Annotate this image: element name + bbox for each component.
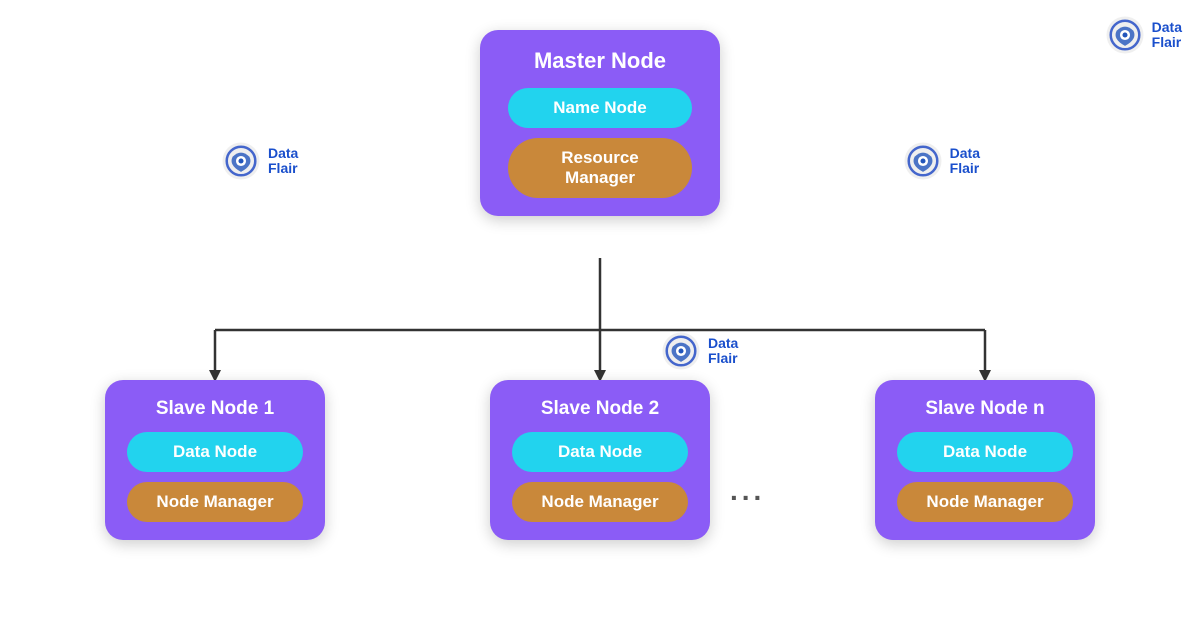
slave-node-n: Slave Node n Data Node Node Manager: [875, 380, 1095, 540]
dataflair-logo-top-right: Data Flair: [1104, 14, 1182, 56]
dataflair-text-top-right: Data Flair: [1152, 20, 1182, 51]
name-node-pill: Name Node: [508, 88, 692, 128]
dataflair-icon-top-right: [1104, 14, 1146, 56]
ellipsis: ...: [730, 475, 765, 507]
master-node-title: Master Node: [508, 48, 692, 74]
slaven-node-manager-pill: Node Manager: [897, 482, 1073, 522]
dataflair-text-left-mid: Data Flair: [268, 146, 298, 177]
dataflair-icon-right-mid: [902, 140, 944, 182]
slave-node-1: Slave Node 1 Data Node Node Manager: [105, 380, 325, 540]
slave2-node-manager-pill: Node Manager: [512, 482, 688, 522]
dataflair-data-label-top-right: Data: [1152, 20, 1182, 35]
dataflair-text-right-mid: Data Flair: [950, 146, 980, 177]
slave-node-1-title: Slave Node 1: [127, 398, 303, 420]
diagram-container: Master Node Name Node Resource Manager S…: [0, 0, 1200, 628]
slaven-data-node-pill: Data Node: [897, 432, 1073, 472]
dataflair-logo-left-mid: Data Flair: [220, 140, 298, 182]
dataflair-text-center-lower: Data Flair: [708, 336, 738, 367]
dataflair-flair-label-top-right: Flair: [1152, 35, 1182, 50]
resource-manager-pill: Resource Manager: [508, 138, 692, 198]
dataflair-icon-left-mid: [220, 140, 262, 182]
dataflair-logo-right-mid: Data Flair: [902, 140, 980, 182]
slave1-data-node-pill: Data Node: [127, 432, 303, 472]
dataflair-icon-center-lower: [660, 330, 702, 372]
slave2-data-node-pill: Data Node: [512, 432, 688, 472]
slave-node-2: Slave Node 2 Data Node Node Manager: [490, 380, 710, 540]
slave-node-2-title: Slave Node 2: [512, 398, 688, 420]
slave1-node-manager-pill: Node Manager: [127, 482, 303, 522]
master-node: Master Node Name Node Resource Manager: [480, 30, 720, 216]
dataflair-logo-center-lower: Data Flair: [660, 330, 738, 372]
slave-node-n-title: Slave Node n: [897, 398, 1073, 420]
